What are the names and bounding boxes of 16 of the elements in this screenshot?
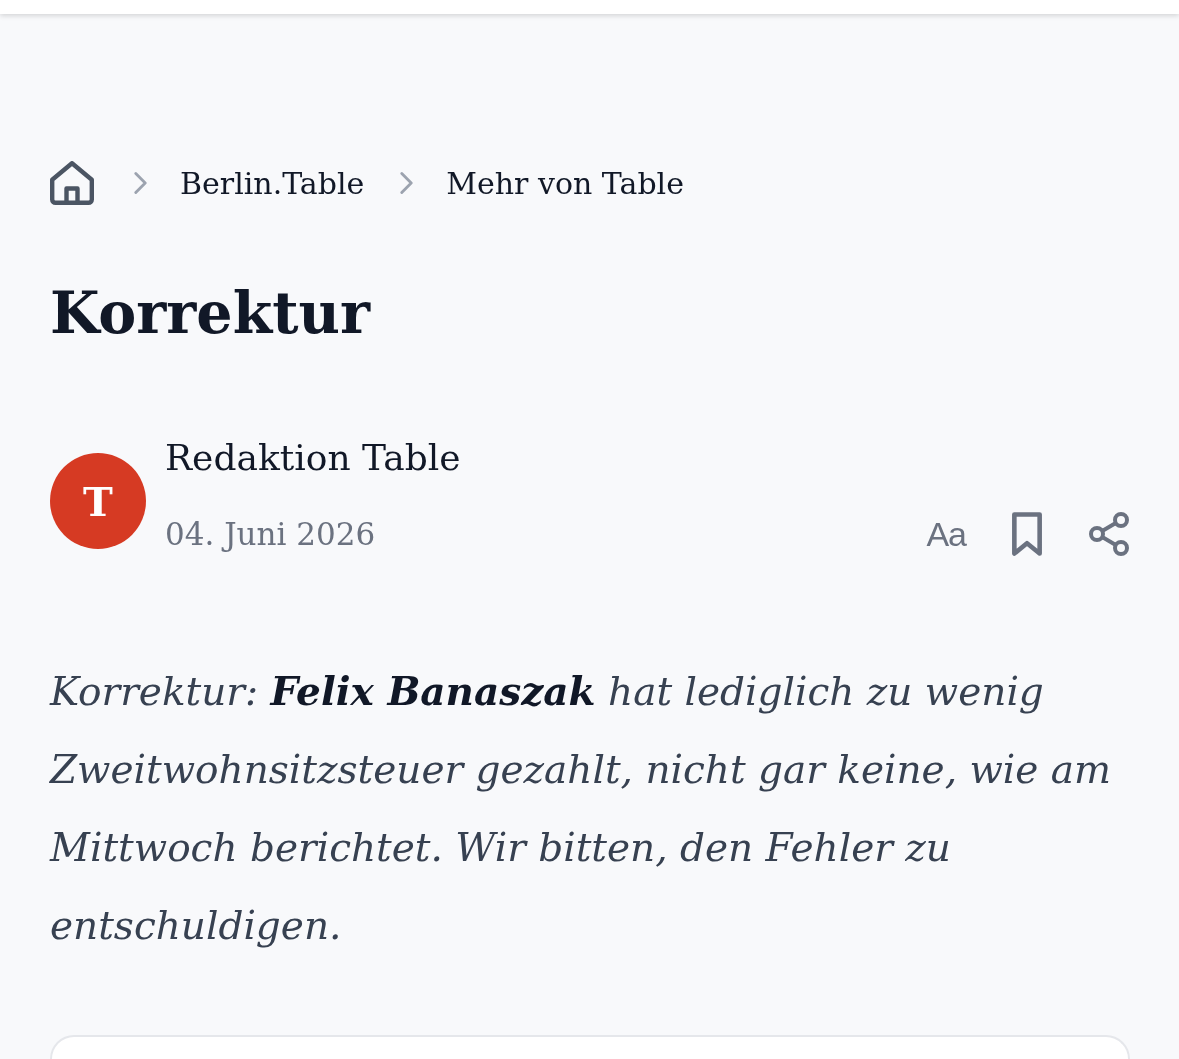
author-name[interactable]: Redaktion Table: [165, 436, 461, 480]
home-link[interactable]: [50, 161, 94, 205]
chevron-right-icon: [134, 172, 147, 194]
bookmark-button[interactable]: [1010, 510, 1044, 558]
breadcrumb-link[interactable]: Berlin.Table: [180, 165, 365, 201]
article-title: Korrektur: [50, 278, 372, 348]
author-avatar: T: [50, 453, 146, 549]
share-icon: [1088, 511, 1130, 557]
publish-date: 04. Juni 2026: [165, 515, 376, 554]
share-button[interactable]: [1088, 510, 1130, 558]
chevron-right-icon: [400, 172, 414, 194]
bookmark-icon: [1010, 511, 1044, 557]
text-size-button[interactable]: Aa: [926, 510, 966, 558]
home-icon: [50, 161, 94, 205]
article-text: Korrektur: Felix Banaszak hat lediglich zu wenig Zweitwohnsitzsteuer gezahlt, nicht gar keine, wie am Mittwoch berichtet. Wir bitten, den Fehler zu entschuldigen.: [50, 667, 1113, 950]
breadcrumb-link[interactable]: Mehr von Table: [446, 165, 684, 201]
